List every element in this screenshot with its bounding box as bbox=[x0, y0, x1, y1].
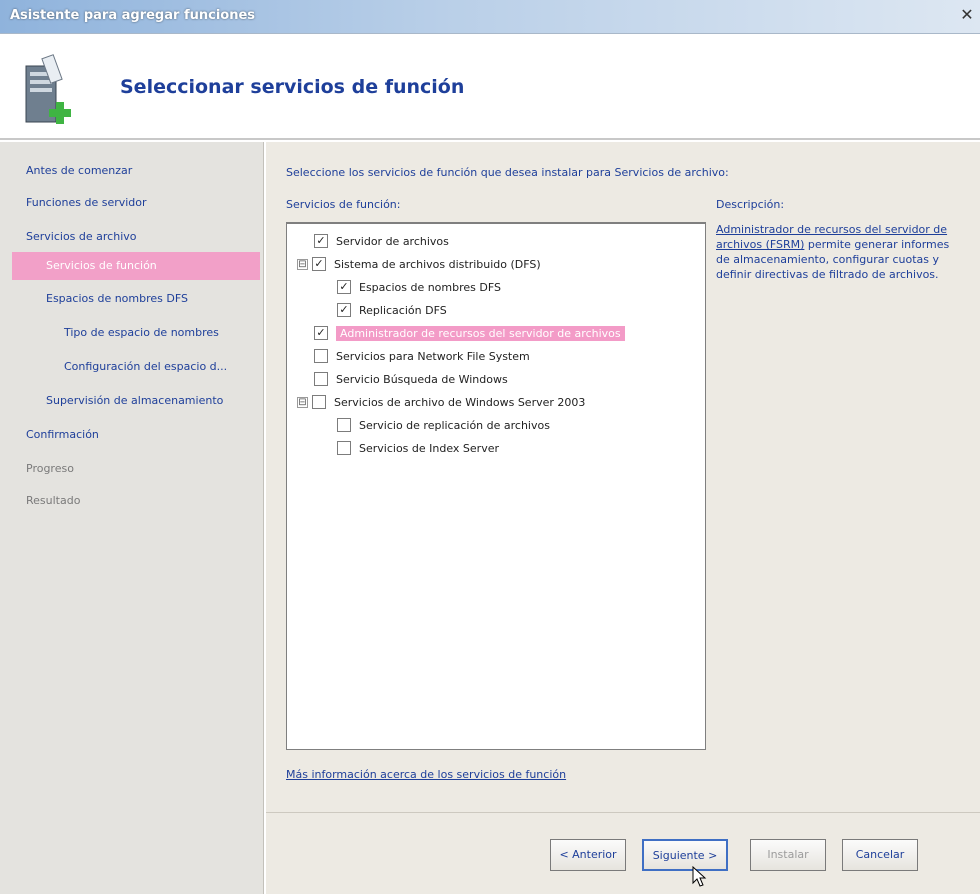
window-title: Asistente para agregar funciones bbox=[10, 8, 256, 23]
sidebar-item-confirmacion[interactable]: Confirmación bbox=[26, 428, 99, 441]
more-info-link[interactable]: Más información acerca de los servicios … bbox=[286, 768, 566, 781]
services-label: Servicios de función: bbox=[286, 198, 401, 211]
checkbox-checked[interactable]: ✓ bbox=[314, 326, 328, 340]
wizard-content: Seleccione los servicios de función que … bbox=[266, 142, 980, 812]
tree-item-replicacion-dfs[interactable]: ✓ Replicación DFS bbox=[337, 299, 447, 321]
tree-item-replicacion-archivos[interactable]: Servicio de replicación de archivos bbox=[337, 414, 550, 436]
checkbox-checked[interactable]: ✓ bbox=[314, 234, 328, 248]
tree-item-fsrm[interactable]: ✓ Administrador de recursos del servidor… bbox=[314, 322, 625, 344]
description-panel: Administrador de recursos del servidor d… bbox=[716, 222, 966, 282]
cancel-button[interactable]: Cancelar bbox=[842, 839, 918, 871]
checkbox-checked[interactable]: ✓ bbox=[312, 257, 326, 271]
wizard-footer: < Anterior Siguiente > Instalar Cancelar bbox=[266, 812, 980, 894]
description-label: Descripción: bbox=[716, 198, 785, 211]
sidebar-item-funciones-de-servidor[interactable]: Funciones de servidor bbox=[26, 196, 147, 209]
sidebar-item-resultado: Resultado bbox=[26, 494, 81, 507]
tree-item-label: Servicios de Index Server bbox=[359, 441, 499, 455]
checkbox-checked[interactable]: ✓ bbox=[337, 303, 351, 317]
tree-item-servidor-de-archivos[interactable]: ✓ Servidor de archivos bbox=[314, 230, 449, 252]
tree-item-label: Espacios de nombres DFS bbox=[359, 280, 501, 294]
close-icon[interactable]: ✕ bbox=[960, 7, 974, 23]
page-title: Seleccionar servicios de función bbox=[120, 76, 465, 98]
tree-item-label: Sistema de archivos distribuido (DFS) bbox=[334, 257, 541, 271]
collapse-icon[interactable]: ⊟ bbox=[297, 396, 308, 408]
tree-item-label: Servicios para Network File System bbox=[336, 349, 530, 363]
instruction-text: Seleccione los servicios de función que … bbox=[286, 166, 729, 179]
tree-item-busqueda-windows[interactable]: Servicio Búsqueda de Windows bbox=[314, 368, 508, 390]
checkbox-unchecked[interactable] bbox=[337, 441, 351, 455]
tree-item-nfs[interactable]: Servicios para Network File System bbox=[314, 345, 530, 367]
tree-item-label: Servicios de archivo de Windows Server 2… bbox=[334, 395, 586, 409]
title-bar: Asistente para agregar funciones ✕ bbox=[0, 0, 980, 34]
server-add-icon bbox=[25, 54, 71, 124]
role-services-tree[interactable]: ✓ Servidor de archivos ⊟ ✓ Sistema de ar… bbox=[286, 222, 706, 750]
tree-item-espacios-de-nombres-dfs[interactable]: ✓ Espacios de nombres DFS bbox=[337, 276, 501, 298]
back-button[interactable]: < Anterior bbox=[550, 839, 626, 871]
checkbox-unchecked[interactable] bbox=[337, 418, 351, 432]
sidebar-item-supervision-almacenamiento[interactable]: Supervisión de almacenamiento bbox=[46, 394, 223, 407]
tree-item-label: Servicio de replicación de archivos bbox=[359, 418, 550, 432]
next-button[interactable]: Siguiente > bbox=[642, 839, 728, 871]
mouse-cursor-icon bbox=[692, 866, 707, 887]
sidebar-item-configuracion-espacio[interactable]: Configuración del espacio d... bbox=[64, 360, 227, 373]
sidebar-item-servicios-de-funcion[interactable]: Servicios de función bbox=[12, 252, 260, 280]
tree-item-dfs[interactable]: ⊟ ✓ Sistema de archivos distribuido (DFS… bbox=[297, 253, 541, 275]
wizard-steps-sidebar: Antes de comenzar Funciones de servidor … bbox=[0, 142, 264, 894]
tree-item-label: Servidor de archivos bbox=[336, 234, 449, 248]
sidebar-item-espacios-de-nombres-dfs[interactable]: Espacios de nombres DFS bbox=[46, 292, 188, 305]
install-button: Instalar bbox=[750, 839, 826, 871]
tree-item-label: Servicio Búsqueda de Windows bbox=[336, 372, 508, 386]
checkbox-unchecked[interactable] bbox=[314, 349, 328, 363]
checkbox-checked[interactable]: ✓ bbox=[337, 280, 351, 294]
wizard-header: Seleccionar servicios de función bbox=[0, 34, 980, 140]
collapse-icon[interactable]: ⊟ bbox=[297, 258, 308, 270]
tree-item-label: Replicación DFS bbox=[359, 303, 447, 317]
sidebar-item-tipo-de-espacio[interactable]: Tipo de espacio de nombres bbox=[64, 326, 219, 339]
tree-item-label-selected: Administrador de recursos del servidor d… bbox=[336, 325, 625, 341]
sidebar-item-progreso: Progreso bbox=[26, 462, 74, 475]
tree-item-windows-server-2003[interactable]: ⊟ Servicios de archivo de Windows Server… bbox=[297, 391, 585, 413]
sidebar-item-antes-de-comenzar[interactable]: Antes de comenzar bbox=[26, 164, 132, 177]
checkbox-unchecked[interactable] bbox=[314, 372, 328, 386]
checkbox-unchecked[interactable] bbox=[312, 395, 326, 409]
sidebar-item-servicios-de-archivo[interactable]: Servicios de archivo bbox=[26, 230, 136, 243]
tree-item-index-server[interactable]: Servicios de Index Server bbox=[337, 437, 499, 459]
